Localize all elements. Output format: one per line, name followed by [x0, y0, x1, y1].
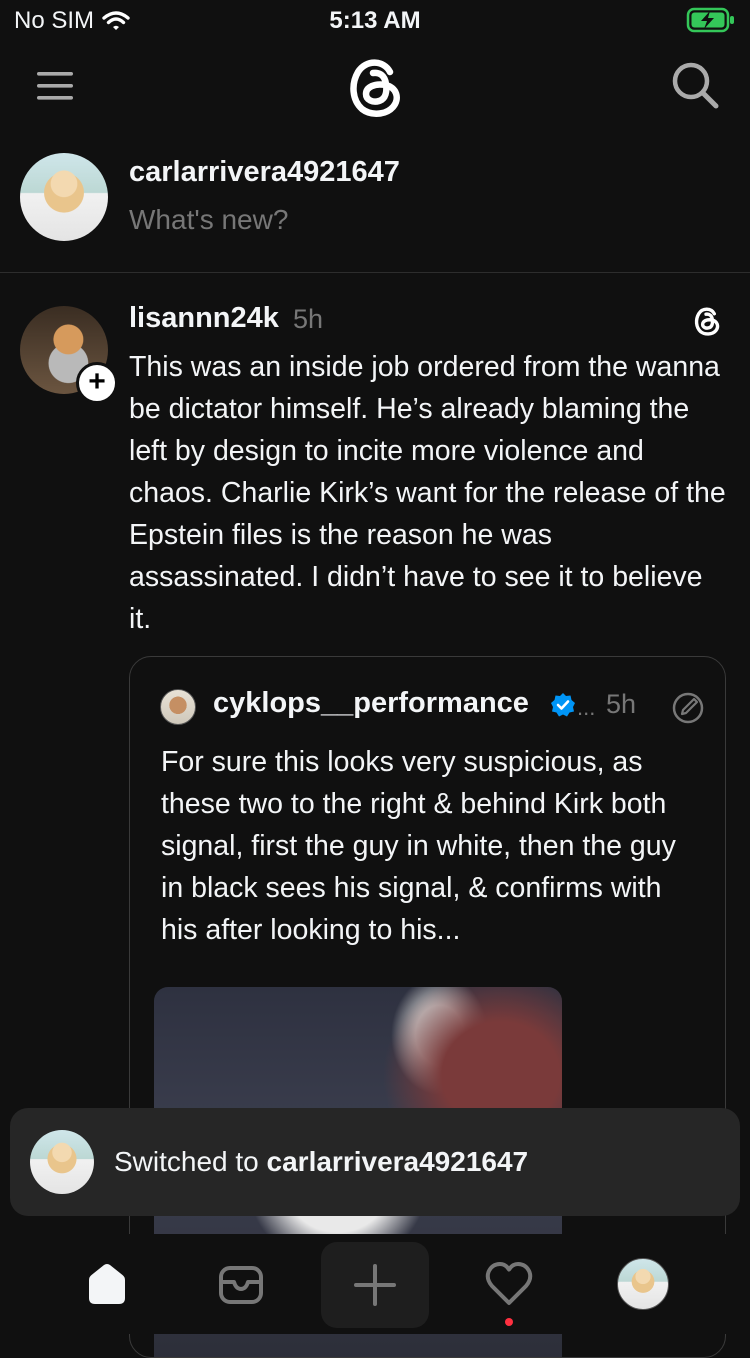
tab-inbox[interactable] [209, 1252, 273, 1316]
tab-home[interactable] [75, 1252, 139, 1316]
toast-message: Switched to carlarrivera4921647 [114, 1146, 528, 1178]
post-timestamp: 5h [293, 304, 324, 334]
battery-charging-icon [686, 7, 734, 33]
account-switch-toast: Switched to carlarrivera4921647 [10, 1108, 740, 1216]
tab-profile[interactable] [611, 1252, 675, 1316]
activity-notification-dot [505, 1318, 513, 1326]
profile-avatar [617, 1258, 669, 1310]
home-icon [89, 1264, 125, 1304]
composer-input[interactable]: What's new? [129, 204, 288, 236]
quoted-post-timestamp: 5h [606, 689, 637, 719]
quoted-author-username[interactable]: cyklops__performance [213, 687, 529, 720]
inbox-icon [219, 1266, 263, 1304]
composer[interactable]: carlarrivera4921647 What's new? [0, 148, 750, 273]
edited-icon [672, 692, 704, 724]
current-user-avatar[interactable] [20, 153, 108, 241]
activity-icon [485, 1262, 533, 1305]
post-text: This was an inside job ordered from the … [129, 351, 726, 635]
username-ellipsis: ... [577, 695, 596, 720]
threads-logo-icon[interactable] [340, 52, 410, 122]
top-nav [0, 50, 750, 130]
quoted-post-text: For sure this looks very suspicious, as … [161, 746, 676, 946]
post-author-username[interactable]: lisannn24k [129, 302, 279, 335]
tab-activity[interactable] [477, 1252, 541, 1316]
composer-username: carlarrivera4921647 [129, 156, 400, 188]
tab-create[interactable] [321, 1242, 429, 1328]
quoted-author-avatar[interactable] [160, 689, 196, 725]
create-icon [354, 1264, 396, 1306]
verified-badge-icon [551, 693, 575, 717]
status-bar: No SIM 5:13 AM [0, 0, 750, 44]
threads-badge-icon[interactable] [690, 304, 724, 338]
toast-username: carlarrivera4921647 [266, 1146, 529, 1177]
status-time: 5:13 AM [329, 7, 421, 34]
bottom-tab-bar [0, 1234, 750, 1334]
toast-avatar [30, 1130, 94, 1194]
follow-button[interactable]: + [76, 362, 118, 404]
search-icon[interactable] [670, 60, 720, 110]
menu-icon[interactable] [36, 71, 74, 101]
toast-prefix: Switched to [114, 1146, 267, 1177]
